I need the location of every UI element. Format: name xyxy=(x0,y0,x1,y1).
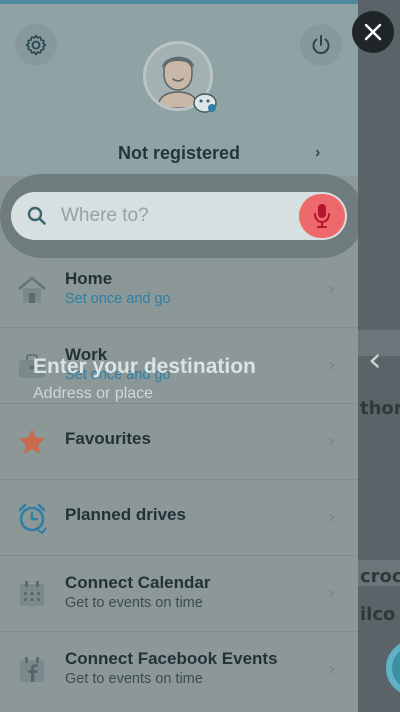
chevron-right-icon: › xyxy=(328,279,336,300)
chevron-right-icon: › xyxy=(328,507,336,528)
hint-title: Enter your destination xyxy=(33,355,256,378)
registration-row[interactable]: Not registered › xyxy=(0,139,358,169)
star-icon xyxy=(16,426,48,458)
menu-item-subtitle: Get to events on time xyxy=(65,595,203,611)
voice-search-button[interactable] xyxy=(299,194,345,238)
close-button[interactable] xyxy=(352,11,394,53)
menu-item-favourites[interactable]: Favourites › xyxy=(0,404,358,480)
menu-item-connect-facebook-events[interactable]: Connect Facebook Events Get to events on… xyxy=(0,632,358,708)
chevron-right-icon: › xyxy=(328,583,336,604)
chevron-right-icon: › xyxy=(328,659,336,680)
menu-item-subtitle: Get to events on time xyxy=(65,671,203,687)
chevron-right-icon: › xyxy=(328,431,336,452)
map-street-label: crock xyxy=(360,566,400,587)
microphone-icon xyxy=(314,204,330,228)
alarm-clock-icon xyxy=(16,502,48,534)
menu-item-title: Connect Calendar xyxy=(65,573,211,592)
registration-status: Not registered xyxy=(117,143,241,163)
facebook-calendar-icon xyxy=(16,654,48,686)
menu-item-subtitle: Set once and go xyxy=(65,291,171,307)
menu-item-title: Home xyxy=(65,269,113,288)
menu-item-home[interactable]: Home Set once and go › xyxy=(0,252,358,328)
expand-arrow[interactable]: ‹ xyxy=(368,340,382,380)
menu-item-connect-calendar[interactable]: Connect Calendar Get to events on time › xyxy=(0,556,358,632)
home-icon xyxy=(16,274,48,306)
menu-item-title: Connect Facebook Events xyxy=(65,649,278,668)
map-location-button[interactable] xyxy=(386,640,400,696)
chevron-right-icon: › xyxy=(315,144,321,161)
hint-subtitle: Address or place xyxy=(33,385,154,402)
search-bar[interactable] xyxy=(11,192,347,240)
power-icon xyxy=(312,35,330,54)
map-strip[interactable]: thorn crock ilco ‹ xyxy=(358,0,400,712)
mood-badge-icon xyxy=(193,93,217,113)
chevron-right-icon: › xyxy=(328,355,336,376)
menu-item-title: Favourites xyxy=(65,429,151,448)
menu-item-planned-drives[interactable]: Planned drives › xyxy=(0,480,358,556)
calendar-icon xyxy=(16,578,48,610)
profile-header: Not registered › xyxy=(0,4,358,176)
search-input[interactable] xyxy=(61,198,291,234)
menu-item-title: Planned drives xyxy=(65,505,186,524)
search-icon xyxy=(27,206,46,225)
map-street-label: ilco xyxy=(360,604,396,625)
close-icon xyxy=(364,23,382,41)
side-menu-panel: Not registered › Where to? Home Set once… xyxy=(0,0,358,712)
menu-list: Home Set once and go › Work Set once and… xyxy=(0,252,358,708)
map-street-label: thorn xyxy=(360,398,400,419)
gear-icon xyxy=(25,34,47,56)
settings-button[interactable] xyxy=(15,24,57,66)
power-button[interactable] xyxy=(300,24,342,66)
